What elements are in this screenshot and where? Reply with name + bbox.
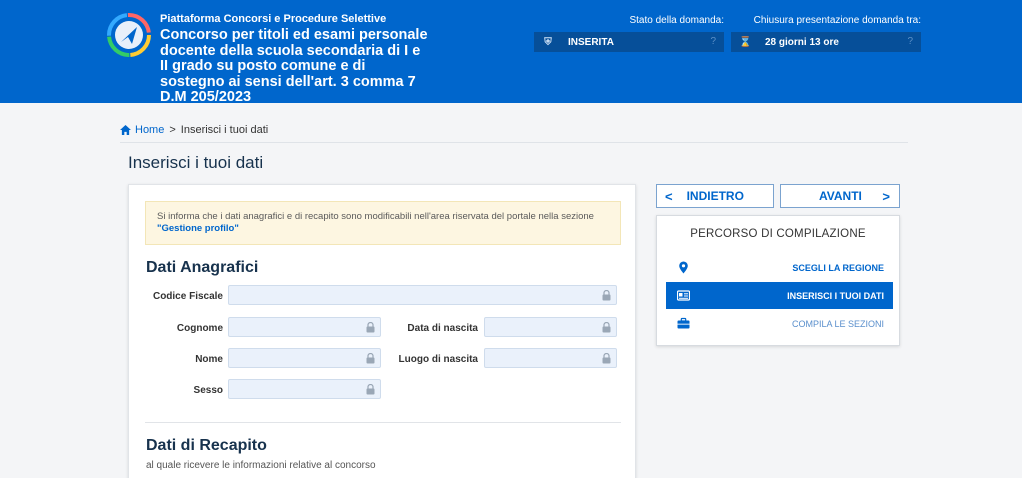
- section-divider: [145, 422, 621, 423]
- notice-text: Si informa che i dati anagrafici e di re…: [157, 211, 594, 222]
- nome-label: Nome: [195, 354, 223, 365]
- step-inserisci-dati[interactable]: INSERISCI I TUOI DATI: [666, 282, 893, 309]
- deadline-label: Chiusura presentazione domanda tra:: [753, 15, 921, 26]
- percorso-title: PERCORSO DI COMPILAZIONE: [690, 228, 866, 240]
- gestione-profilo-link[interactable]: "Gestione profilo": [157, 223, 239, 234]
- recapito-subtitle: al quale ricevere le informazioni relati…: [146, 460, 376, 471]
- logo-icon: [107, 13, 151, 57]
- contest-title: Concorso per titoli ed esami personale d…: [160, 27, 428, 105]
- lock-icon: [602, 353, 611, 364]
- help-icon[interactable]: ?: [907, 36, 913, 47]
- codice-fiscale-label: Codice Fiscale: [152, 291, 223, 302]
- section-title-anagrafici: Dati Anagrafici: [146, 259, 259, 276]
- chevron-right-icon: >: [882, 188, 890, 204]
- form-card: Si informa che i dati anagrafici e di re…: [128, 184, 636, 478]
- app-header: Piattaforma Concorsi e Procedure Seletti…: [0, 0, 1022, 105]
- sesso-label: Sesso: [193, 385, 223, 396]
- lock-icon: [602, 322, 611, 333]
- briefcase-icon: [677, 317, 690, 329]
- back-button-label: INDIETRO: [686, 189, 744, 203]
- luogo-nascita-label: Luogo di nascita: [398, 354, 478, 365]
- breadcrumb-divider: [120, 142, 908, 143]
- shield-icon: ⛨: [544, 36, 552, 48]
- data-nascita-field[interactable]: [484, 317, 617, 337]
- breadcrumb-separator: >: [169, 124, 176, 136]
- deadline-value: 28 giorni 13 ore: [765, 36, 839, 48]
- hourglass-icon: ⌛: [739, 36, 752, 48]
- step-scegli-regione[interactable]: SCEGLI LA REGIONE: [666, 254, 893, 281]
- next-button-label: AVANTI: [819, 189, 862, 203]
- codice-fiscale-field[interactable]: [228, 285, 617, 305]
- chevron-left-icon: <: [665, 188, 673, 204]
- status-value: INSERITA: [568, 36, 614, 48]
- breadcrumb-current: Inserisci i tuoi dati: [180, 124, 269, 136]
- page-title: Inserisci i tuoi dati: [128, 153, 264, 172]
- step-compila-sezioni[interactable]: COMPILA LE SEZIONI: [666, 310, 893, 337]
- status-label: Stato della domanda:: [629, 15, 724, 26]
- step-label: INSERISCI I TUOI DATI: [787, 290, 884, 301]
- step-label: COMPILA LE SEZIONI: [791, 318, 884, 329]
- lock-icon: [602, 290, 611, 301]
- platform-subtitle: Piattaforma Concorsi e Procedure Seletti…: [160, 13, 387, 25]
- breadcrumb-home-link[interactable]: Home: [135, 124, 164, 136]
- help-icon[interactable]: ?: [710, 36, 716, 47]
- next-button[interactable]: AVANTI >: [780, 184, 900, 208]
- section-title-recapito: Dati di Recapito: [146, 437, 267, 454]
- breadcrumb: Home > Inserisci i tuoi dati: [120, 124, 268, 136]
- sesso-field[interactable]: [228, 379, 381, 399]
- lock-icon: [366, 353, 375, 364]
- data-nascita-label: Data di nascita: [407, 323, 478, 334]
- info-notice: Si informa che i dati anagrafici e di re…: [145, 201, 621, 245]
- luogo-nascita-field[interactable]: [484, 348, 617, 368]
- home-icon: [120, 125, 131, 135]
- id-card-icon: [677, 290, 690, 301]
- status-badge: ⛨ INSERITA ?: [534, 32, 724, 52]
- lock-icon: [366, 384, 375, 395]
- percorso-card: PERCORSO DI COMPILAZIONE SCEGLI LA REGIO…: [656, 215, 900, 346]
- back-button[interactable]: < INDIETRO: [656, 184, 774, 208]
- nome-field[interactable]: [228, 348, 381, 368]
- step-label: SCEGLI LA REGIONE: [792, 262, 884, 273]
- lock-icon: [366, 322, 375, 333]
- cognome-field[interactable]: [228, 317, 381, 337]
- application-status: Stato della domanda: ⛨ INSERITA ?: [534, 15, 724, 52]
- map-pin-icon: [679, 261, 688, 274]
- cognome-label: Cognome: [176, 323, 223, 334]
- deadline-status: Chiusura presentazione domanda tra: ⌛ 28…: [731, 15, 921, 52]
- deadline-badge: ⌛ 28 giorni 13 ore ?: [731, 32, 921, 52]
